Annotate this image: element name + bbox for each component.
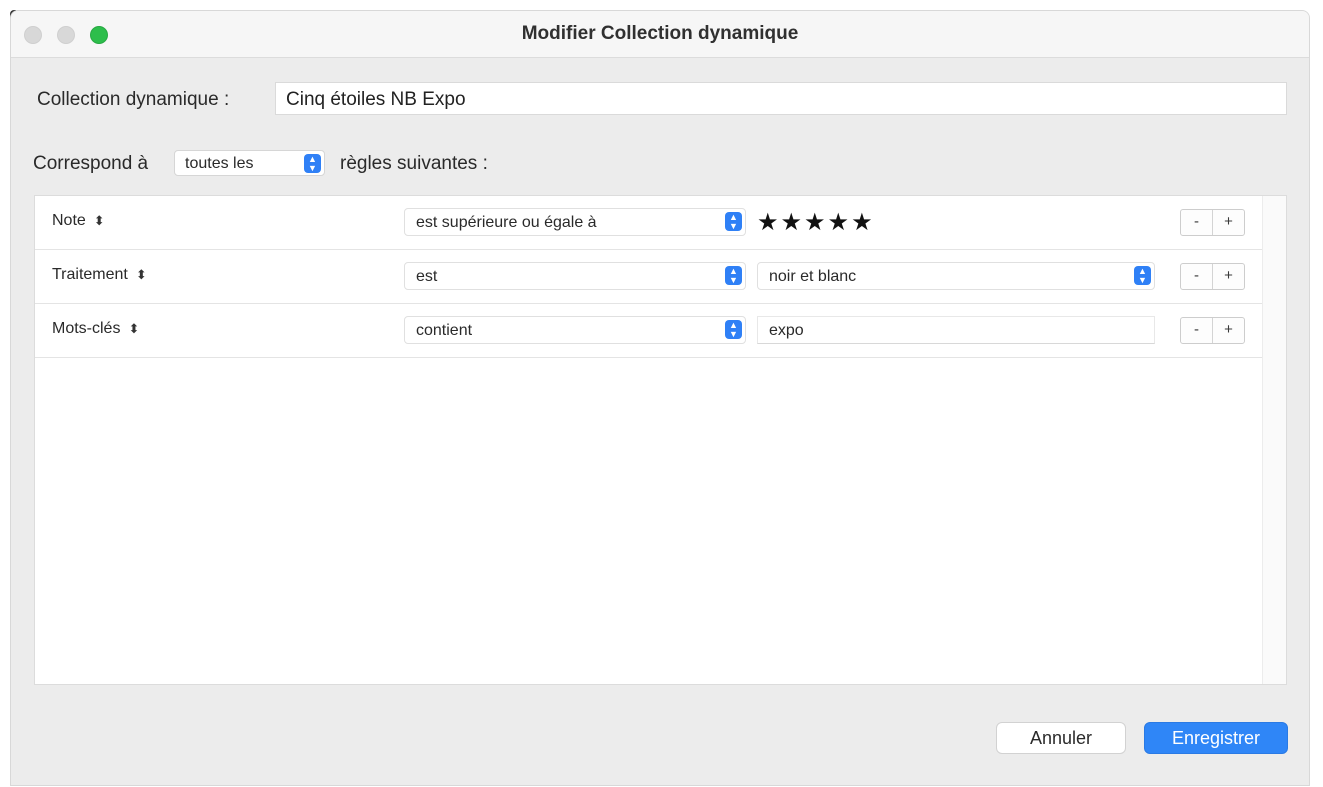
rule-operator-value: est supérieure ou égale à	[416, 214, 597, 231]
collection-name-row: Collection dynamique : Cinq étoiles NB E…	[37, 82, 1287, 116]
select-stepper-icon: ▲ ▼	[725, 266, 742, 285]
rule-operator-value: contient	[416, 322, 473, 339]
select-stepper-icon: ▲ ▼	[725, 212, 742, 231]
rule-row: Traitement ⬍ est ▲ ▼ noir et blanc ▲ ▼ - +	[35, 250, 1263, 304]
up-down-arrows-icon: ⬍	[135, 267, 147, 282]
rule-value-text: noir et blanc	[769, 268, 857, 285]
collection-name-input[interactable]: Cinq étoiles NB Expo	[275, 82, 1287, 115]
up-down-arrows-icon: ⬍	[93, 213, 105, 228]
add-rule-button[interactable]: +	[1213, 264, 1244, 289]
rule-add-remove-buttons: - +	[1180, 263, 1245, 290]
rule-add-remove-buttons: - +	[1180, 317, 1245, 344]
match-mode-value: toutes les	[185, 155, 254, 172]
select-stepper-icon: ▲ ▼	[1134, 266, 1151, 285]
rule-field-select[interactable]: Note ⬍	[52, 212, 105, 230]
add-rule-button[interactable]: +	[1213, 318, 1244, 343]
rule-operator-select[interactable]: est supérieure ou égale à ▲ ▼	[404, 208, 746, 236]
rules-scrollbar-track[interactable]	[1262, 196, 1286, 684]
remove-rule-button[interactable]: -	[1181, 264, 1213, 289]
save-button[interactable]: Enregistrer	[1144, 722, 1288, 754]
rule-field-select[interactable]: Traitement ⬍	[52, 266, 147, 284]
rule-value-input[interactable]: expo	[757, 316, 1155, 344]
up-down-arrows-icon: ⬍	[128, 321, 140, 336]
rating-stars[interactable]: ★★★★★	[757, 208, 875, 237]
rule-row: Mots-clés ⬍ contient ▲ ▼ expo - +	[35, 304, 1263, 358]
rule-add-remove-buttons: - +	[1180, 209, 1245, 236]
select-stepper-icon: ▲ ▼	[725, 320, 742, 339]
rules-list: Note ⬍ est supérieure ou égale à ▲ ▼ ★★★★★…	[34, 195, 1287, 685]
remove-rule-button[interactable]: -	[1181, 318, 1213, 343]
remove-rule-button[interactable]: -	[1181, 210, 1213, 235]
rule-field-select[interactable]: Mots-clés ⬍	[52, 320, 139, 338]
match-row: Correspond à toutes les ▲ ▼ règles suivan…	[33, 148, 633, 180]
title-bar: Modifier Collection dynamique	[11, 11, 1309, 58]
rule-row: Note ⬍ est supérieure ou égale à ▲ ▼ ★★★★★…	[35, 196, 1263, 250]
match-prefix-label: Correspond à	[33, 153, 149, 174]
match-mode-select[interactable]: toutes les ▲ ▼	[174, 150, 325, 176]
rule-value-select[interactable]: noir et blanc ▲ ▼	[757, 262, 1155, 290]
rule-field-label: Traitement	[52, 266, 128, 283]
window-title: Modifier Collection dynamique	[521, 23, 799, 44]
rule-operator-select[interactable]: contient ▲ ▼	[404, 316, 746, 344]
rule-operator-value: est	[416, 268, 438, 285]
rule-field-label: Note	[52, 212, 86, 229]
collection-name-label: Collection dynamique :	[37, 89, 230, 110]
cancel-button[interactable]: Annuler	[996, 722, 1126, 754]
rule-field-label: Mots-clés	[52, 320, 121, 337]
match-suffix-label: règles suivantes :	[340, 153, 488, 174]
select-stepper-icon: ▲ ▼	[304, 154, 321, 173]
add-rule-button[interactable]: +	[1213, 210, 1244, 235]
rule-operator-select[interactable]: est ▲ ▼	[404, 262, 746, 290]
